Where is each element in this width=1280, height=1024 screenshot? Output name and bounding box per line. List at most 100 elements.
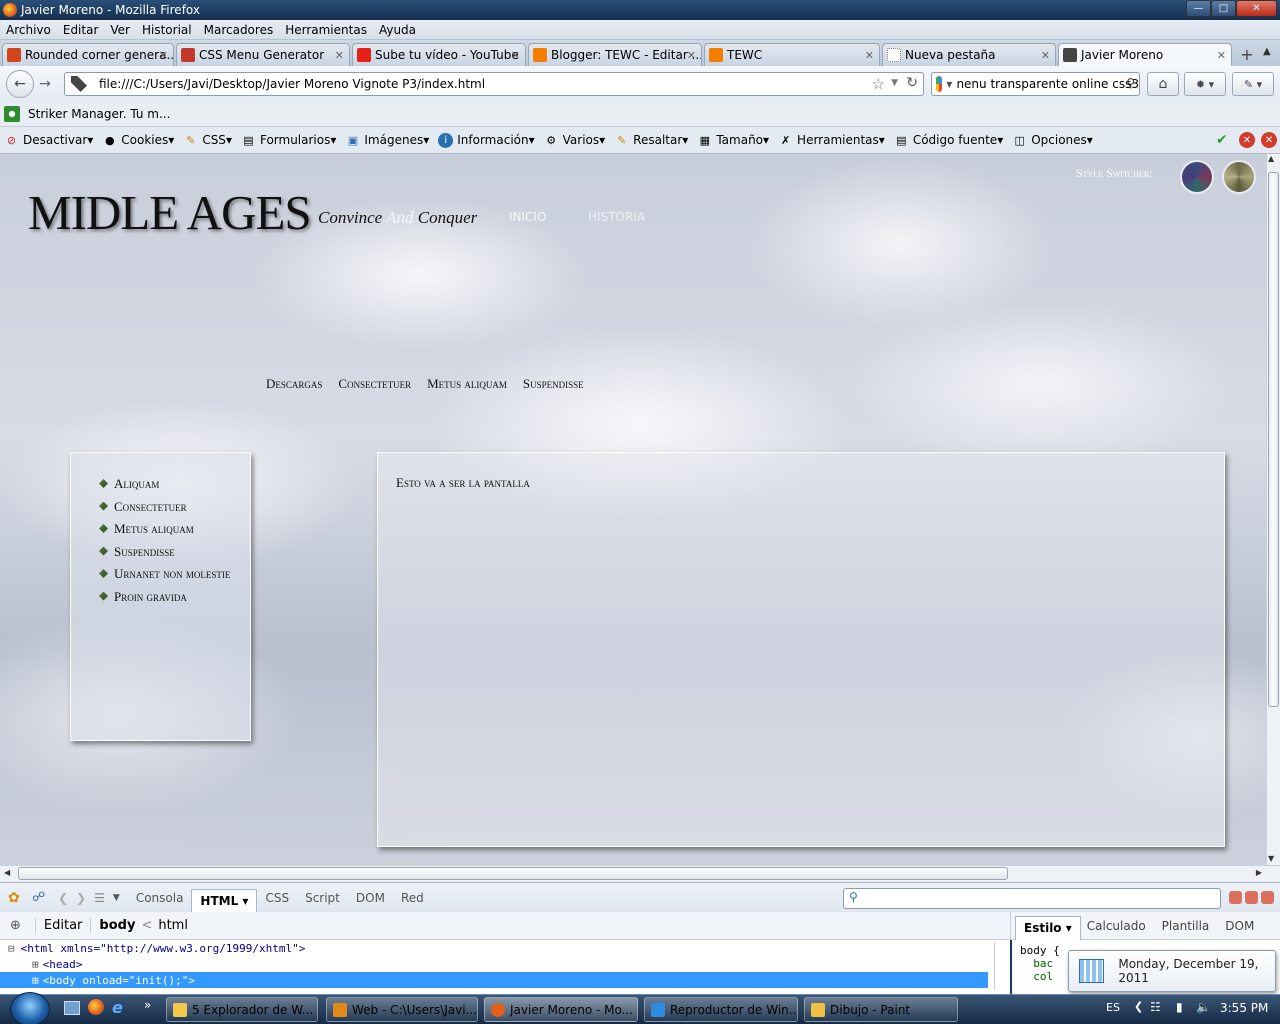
- error-icon[interactable]: ✕: [1239, 132, 1255, 148]
- tab-close-icon[interactable]: ✕: [687, 49, 696, 62]
- menu-ayuda[interactable]: Ayuda: [373, 23, 422, 37]
- menu-archivo[interactable]: Archivo: [0, 23, 57, 37]
- wd-tamano[interactable]: ▦ Tamaño ▾: [697, 133, 769, 148]
- reload-icon[interactable]: ↻: [906, 75, 918, 91]
- nav-suspendisse[interactable]: Suspendisse: [523, 376, 584, 392]
- sidebar-item[interactable]: Urnanet non molestie: [99, 563, 239, 586]
- menu-marcadores[interactable]: Marcadores: [198, 23, 280, 37]
- bookmark-star-icon[interactable]: ☆: [872, 75, 885, 93]
- fb-list-icon[interactable]: ☰: [94, 891, 105, 905]
- fb-minimize-icon[interactable]: [1229, 891, 1242, 904]
- menu-editar[interactable]: Editar: [57, 23, 105, 37]
- vertical-scroll-thumb[interactable]: [1268, 172, 1279, 707]
- nav-descargas[interactable]: Descargas: [266, 376, 322, 392]
- firebug-icon[interactable]: ✿: [8, 890, 26, 906]
- scroll-right-icon[interactable]: ▶: [1256, 868, 1262, 877]
- tree-node-head[interactable]: ⊞ <head>: [0, 956, 1010, 972]
- tab-close-icon[interactable]: ✕: [159, 49, 168, 62]
- maximize-button[interactable]: □: [1211, 0, 1236, 17]
- taskbar-media-player[interactable]: Reproductor de Win...: [644, 997, 798, 1022]
- close-toolbar-icon[interactable]: ✕: [1261, 132, 1277, 148]
- site-logo[interactable]: MIDLE AGES: [28, 184, 312, 241]
- fb-tab-html[interactable]: HTML ▾: [191, 888, 258, 913]
- forward-button[interactable]: →: [36, 74, 54, 94]
- inspect-icon[interactable]: ☍: [32, 890, 50, 906]
- history-dropdown-icon[interactable]: ▼: [891, 78, 898, 88]
- tree-node-html[interactable]: ⊟ <html xmlns="http://www.w3.org/1999/xht…: [0, 940, 1010, 956]
- tab-tewc[interactable]: TEWC ✕: [704, 43, 880, 66]
- show-desktop-icon[interactable]: [64, 1001, 80, 1015]
- style-switch-gold-icon[interactable]: [1224, 162, 1254, 192]
- bookmark-striker-manager[interactable]: Striker Manager. Tu m...: [28, 107, 170, 121]
- wd-cookies[interactable]: ● Cookies ▾: [102, 133, 174, 148]
- fb-detach-icon[interactable]: [1245, 891, 1258, 904]
- tab-new-tab[interactable]: Nueva pestaña ✕: [882, 43, 1056, 66]
- fb-side-tab-estilo[interactable]: Estilo ▾: [1015, 915, 1081, 940]
- breadcrumb-html[interactable]: html: [158, 918, 188, 933]
- volume-icon[interactable]: 🔈: [1196, 1000, 1211, 1014]
- wd-codigo-fuente[interactable]: ▤ Código fuente ▾: [894, 133, 1003, 148]
- wd-varios[interactable]: ⚙ Varios ▾: [544, 133, 605, 148]
- topnav-inicio[interactable]: INICIO: [509, 210, 546, 224]
- scroll-left-icon[interactable]: ◀: [4, 868, 10, 877]
- taskbar-web-folder[interactable]: Web - C:\Users\Javi...: [326, 997, 478, 1022]
- wd-css[interactable]: ✎ CSS ▾: [183, 133, 232, 148]
- tree-scrollbar[interactable]: [994, 942, 1006, 990]
- taskbar-explorer[interactable]: 5 Explorador de W...: [166, 997, 318, 1022]
- windows-start-icon[interactable]: [10, 992, 50, 1024]
- fb-close-icon[interactable]: [1261, 891, 1274, 904]
- tray-expand-icon[interactable]: ❮: [1134, 1000, 1143, 1013]
- language-indicator[interactable]: ES: [1106, 1001, 1120, 1014]
- tab-close-icon[interactable]: ✕: [335, 49, 344, 62]
- eyedropper-button[interactable]: ✎ ▾: [1232, 72, 1274, 96]
- search-bar[interactable]: ▼ nenu transparente online css3 ⚲: [931, 72, 1140, 96]
- power-icon[interactable]: ▮: [1176, 1000, 1183, 1014]
- back-button[interactable]: ←: [6, 70, 34, 98]
- fb-expand-icon[interactable]: ⊕: [10, 918, 21, 933]
- menu-ver[interactable]: Ver: [104, 23, 136, 37]
- minimize-button[interactable]: —: [1186, 0, 1211, 17]
- tab-blogger-edit[interactable]: Blogger: TEWC - Editar ... ✕: [528, 43, 702, 66]
- nav-metus-aliquam[interactable]: Metus aliquam: [427, 376, 507, 392]
- fb-tab-script[interactable]: Script: [297, 891, 348, 905]
- firebug-search-input[interactable]: ⚲: [843, 888, 1221, 909]
- network-icon[interactable]: ☷: [1150, 1000, 1161, 1014]
- tree-node-body-selected[interactable]: ⊞ <body onload="init();">: [0, 972, 988, 988]
- breadcrumb-body[interactable]: body: [99, 918, 135, 933]
- tab-close-icon[interactable]: ✕: [1217, 49, 1226, 62]
- checkmark-icon[interactable]: ✔: [1216, 132, 1228, 148]
- tab-css-menu-generator[interactable]: CSS Menu Generator ✕: [176, 43, 350, 66]
- sidebar-item[interactable]: Suspendisse: [99, 541, 239, 564]
- scroll-up-icon[interactable]: ▲: [1268, 154, 1274, 163]
- wd-informacion[interactable]: i Información ▾: [438, 132, 535, 148]
- fb-tab-red[interactable]: Red: [393, 891, 432, 905]
- quicklaunch-overflow-icon[interactable]: »: [144, 998, 151, 1012]
- tab-close-icon[interactable]: ✕: [511, 49, 520, 62]
- wd-imagenes[interactable]: ▣ Imágenes ▾: [345, 133, 430, 148]
- taskbar-paint[interactable]: Dibujo - Paint: [804, 997, 958, 1022]
- fb-back-icon[interactable]: ❮: [58, 891, 68, 905]
- tab-close-icon[interactable]: ✕: [1041, 49, 1050, 62]
- tab-rounded-corner[interactable]: Rounded corner genera... ✕: [2, 43, 174, 66]
- fb-edit-button[interactable]: Editar: [34, 918, 92, 933]
- menu-historial[interactable]: Historial: [136, 23, 198, 37]
- fb-forward-icon[interactable]: ❯: [76, 891, 86, 905]
- engine-dropdown-icon[interactable]: ▼: [946, 80, 952, 89]
- wd-herramientas[interactable]: ✗ Herramientas ▾: [778, 133, 885, 148]
- sidebar-item[interactable]: Aliquam: [99, 473, 239, 496]
- menu-herramientas[interactable]: Herramientas: [279, 23, 373, 37]
- home-button[interactable]: ⌂: [1147, 72, 1179, 96]
- tab-list-arrow-icon[interactable]: ▲: [1263, 46, 1271, 57]
- search-icon[interactable]: ⚲: [1126, 76, 1135, 90]
- wd-opciones[interactable]: ◫ Opciones ▾: [1012, 133, 1093, 148]
- sidebar-item[interactable]: Proin gravida: [99, 586, 239, 609]
- taskbar-firefox[interactable]: Javier Moreno - Mo...: [484, 997, 638, 1022]
- fb-side-tab-plantilla[interactable]: Plantilla: [1162, 919, 1210, 933]
- address-bar[interactable]: file:///C:/Users/Javi/Desktop/Javier Mor…: [64, 72, 924, 96]
- nav-consectetuer[interactable]: Consectetuer: [338, 376, 411, 392]
- close-window-button[interactable]: ✕: [1236, 0, 1277, 17]
- scroll-down-icon[interactable]: ▼: [1268, 854, 1274, 863]
- fb-tab-consola[interactable]: Consola: [128, 891, 192, 905]
- wd-resaltar[interactable]: ✎ Resaltar ▾: [614, 133, 688, 148]
- style-switch-blue-icon[interactable]: [1182, 162, 1212, 192]
